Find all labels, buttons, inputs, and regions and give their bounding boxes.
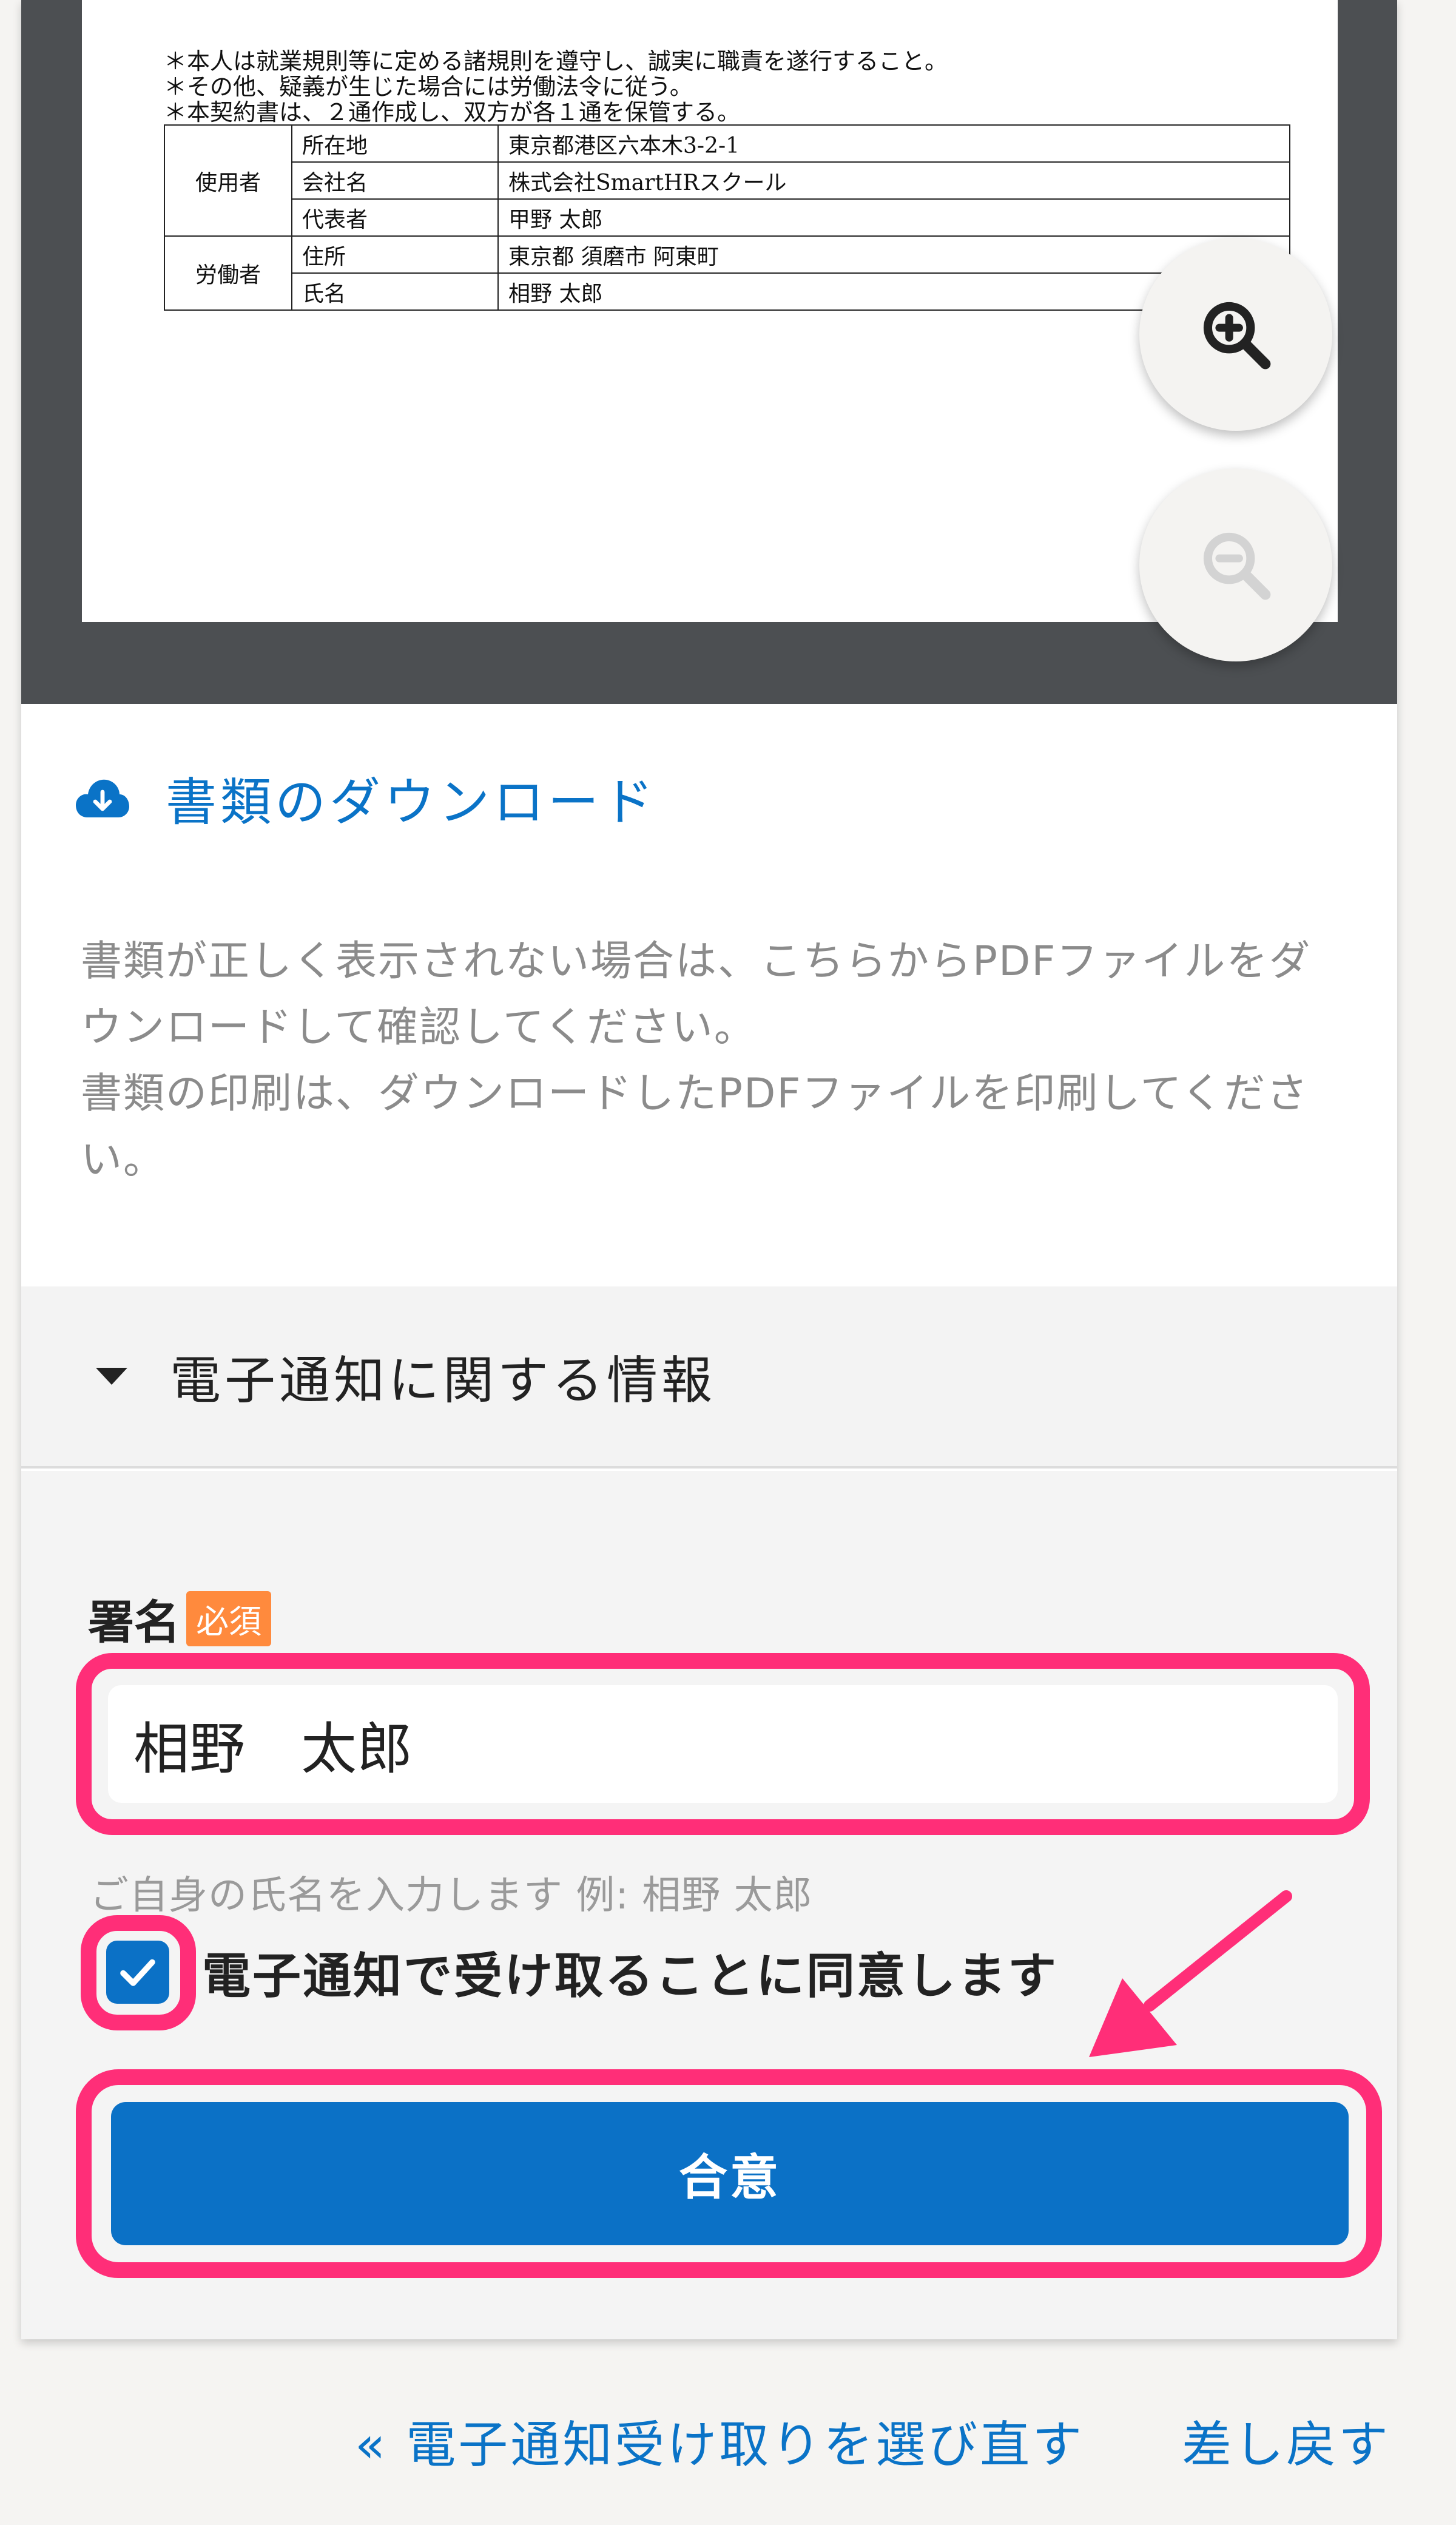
zoom-in-icon [1203,302,1271,370]
cloud-download-icon [76,779,129,817]
reselect-link[interactable]: « 電子通知受け取りを選び直す [355,2404,1084,2476]
zoom-out-icon [1203,532,1271,600]
help-line: 書類が正しく表示されない場合は、こちらからPDFファイルをダ [81,938,1312,985]
contract-clauses: ＊本人は就業規則等に定める諸規則を遵守し、誠実に職責を遂行すること。 ＊その他、… [164,49,948,125]
agree-button[interactable]: 合意 [111,2102,1349,2245]
table-row: 労働者 住所 東京都 須磨市 阿東町 [164,235,1290,311]
download-row[interactable]: 書類のダウンロード [76,762,657,835]
table-label-cell: 氏名 [291,272,499,311]
zoom-out-button[interactable] [1139,468,1332,661]
zoom-in-button[interactable] [1139,238,1332,431]
employer-group-cell: 使用者 [164,124,292,237]
signature-label-row: 署名 必須 [88,1585,271,1652]
worker-group-cell: 労働者 [164,235,292,311]
table-label-cell: 所在地 [291,124,499,163]
arrow-annotation-icon [1089,1890,1292,2057]
notification-info-toggle[interactable]: 電子通知に関する情報 [21,1286,1397,1469]
triangle-down-icon [96,1368,127,1385]
signature-hint: ご自身の氏名を入力します 例: 相野 太郎 [90,1873,813,1918]
signature-input[interactable] [108,1685,1338,1803]
signatory-table: 使用者 所在地 東京都港区六本木3-2-1 会社名 株式会社SmartHRスクー… [164,124,1290,311]
consent-checkbox[interactable] [106,1941,169,2004]
checkmark-icon [120,1959,155,1986]
clause-line: ＊本人は就業規則等に定める諸規則を遵守し、誠実に職責を遂行すること。 [164,48,948,75]
clause-line: ＊本契約書は、２通作成し、双方が各１通を保管する。 [164,99,741,126]
download-help-text: 書類が正しく表示されない場合は、こちらからPDFファイルをダ ウンロードして確認… [81,928,1367,1193]
table-value-cell: 株式会社SmartHRスクール [497,161,1290,200]
table-label-cell: 代表者 [291,198,499,237]
consent-label[interactable]: 電子通知で受け取ることに同意します [202,1937,1058,2007]
help-line: 書類の印刷は、ダウンロードしたPDFファイルを印刷してくださ [81,1070,1309,1118]
table-value-cell: 甲野 太郎 [497,198,1290,237]
table-row: 会社名 株式会社SmartHRスクール [164,161,1290,200]
clause-line: ＊その他、疑義が生じた場合には労働法令に従う。 [164,73,693,100]
download-link[interactable]: 書類のダウンロード [166,762,657,835]
table-label-cell: 会社名 [291,161,499,200]
table-row: 氏名 相野 太郎 [164,272,1290,311]
table-row: 使用者 所在地 東京都港区六本木3-2-1 [164,124,1290,237]
section-title: 電子通知に関する情報 [170,1350,716,1410]
table-row: 代表者 甲野 太郎 [164,198,1290,237]
table-label-cell: 住所 [291,235,499,274]
help-line: い。 [81,1136,166,1184]
pdf-viewer[interactable]: ＊本人は就業規則等に定める諸規則を遵守し、誠実に職責を遂行すること。 ＊その他、… [21,0,1397,704]
table-value-cell: 東京都港区六本木3-2-1 [497,124,1290,163]
signature-label: 署名 [88,1595,180,1649]
return-link[interactable]: 差し戻す [1182,2404,1390,2476]
required-badge: 必須 [186,1590,271,1646]
help-line: ウンロードして確認してください。 [81,1004,757,1052]
